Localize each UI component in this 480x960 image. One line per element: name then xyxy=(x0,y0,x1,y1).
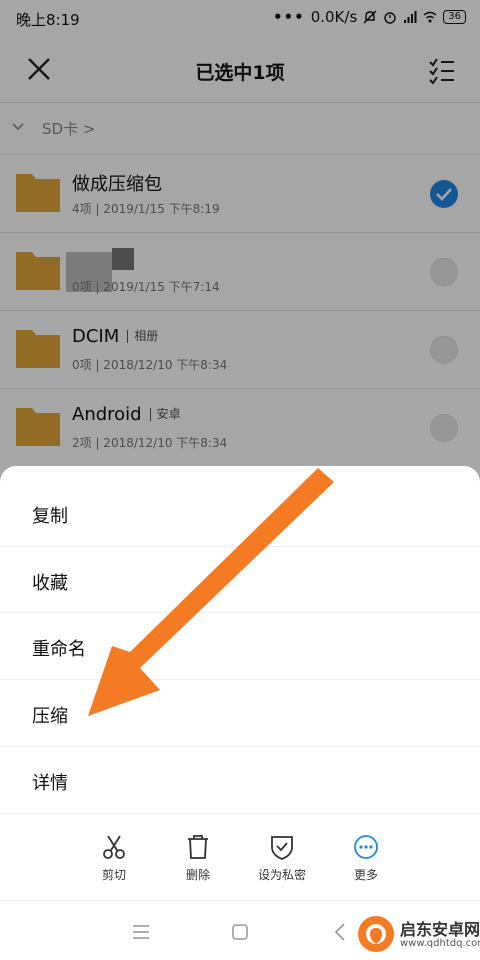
checkbox-unchecked[interactable] xyxy=(430,414,458,442)
status-bar: 晚上8:19 ••• 0.0K/s 36 xyxy=(0,0,480,36)
breadcrumb-label: SD卡 > xyxy=(42,120,96,138)
file-name: Android 安卓 xyxy=(72,404,181,425)
mute-bell-icon xyxy=(363,10,377,24)
status-dots: ••• xyxy=(272,8,305,26)
file-row[interactable]: 0项 | 2019/1/15 下午7:14 xyxy=(0,232,480,310)
action-sheet: 复制 收藏 重命名 压缩 详情 剪切 删除 设为私密 更多 xyxy=(0,466,480,960)
more-icon xyxy=(354,835,378,859)
watermark-url: www.qdhtdq.com xyxy=(400,938,480,949)
signal-icon xyxy=(404,11,417,23)
menu-item-details[interactable]: 详情 xyxy=(0,747,480,813)
selection-header: 已选中1项 xyxy=(0,36,480,102)
file-meta: 4项 | 2019/1/15 下午8:19 xyxy=(72,202,220,216)
network-speed: 0.0K/s xyxy=(310,8,358,26)
action-label: 设为私密 xyxy=(257,868,306,882)
blurred-name xyxy=(112,248,134,270)
chevron-down-icon xyxy=(12,123,24,131)
menu-item-copy[interactable]: 复制 xyxy=(0,480,480,546)
menu-item-label: 压缩 xyxy=(32,706,68,727)
status-icons: ••• 0.0K/s 36 xyxy=(273,8,466,26)
folder-icon xyxy=(16,408,60,446)
checkbox-unchecked[interactable] xyxy=(430,258,458,286)
action-bar: 剪切 删除 设为私密 更多 xyxy=(0,830,480,900)
menu-divider xyxy=(0,813,480,814)
watermark-logo-icon xyxy=(358,916,394,952)
menu-item-favorite[interactable]: 收藏 xyxy=(0,547,480,613)
file-tag: 相册 xyxy=(127,330,158,343)
file-tag: 安卓 xyxy=(149,408,181,421)
folder-icon xyxy=(16,252,60,290)
breadcrumb[interactable]: SD卡 > xyxy=(0,102,480,154)
folder-icon xyxy=(16,330,60,368)
file-row[interactable]: DCIM 相册 0项 | 2018/12/10 下午8:34 xyxy=(0,310,480,388)
cut-button[interactable]: 剪切 xyxy=(74,830,154,883)
battery-indicator: 36 xyxy=(443,10,466,24)
action-label: 删除 xyxy=(185,868,210,882)
menu-icon[interactable] xyxy=(130,921,152,943)
home-icon[interactable] xyxy=(229,921,251,943)
shield-icon xyxy=(271,836,293,860)
status-time: 晚上8:19 xyxy=(16,11,80,29)
checkbox-unchecked[interactable] xyxy=(430,336,458,364)
delete-button[interactable]: 删除 xyxy=(158,830,238,883)
file-meta: 2项 | 2018/12/10 下午8:34 xyxy=(72,436,228,450)
select-all-icon[interactable] xyxy=(428,56,456,84)
folder-icon xyxy=(16,174,60,212)
file-row[interactable]: Android 安卓 2项 | 2018/12/10 下午8:34 xyxy=(0,388,480,466)
trash-icon xyxy=(188,835,208,859)
back-icon[interactable] xyxy=(330,921,352,943)
action-label: 更多 xyxy=(353,868,378,882)
file-name-text: 做成压缩包 xyxy=(72,174,162,195)
action-label: 剪切 xyxy=(101,868,126,882)
page-title: 已选中1项 xyxy=(195,62,285,84)
file-row[interactable]: 做成压缩包 4项 | 2019/1/15 下午8:19 xyxy=(0,154,480,232)
menu-item-label: 收藏 xyxy=(32,573,68,594)
file-meta: 0项 | 2018/12/10 下午8:34 xyxy=(72,358,228,372)
menu-item-label: 重命名 xyxy=(32,639,86,660)
set-private-button[interactable]: 设为私密 xyxy=(242,830,322,883)
file-name-text: DCIM xyxy=(72,326,120,347)
menu-item-label: 详情 xyxy=(32,773,68,794)
menu-item-rename[interactable]: 重命名 xyxy=(0,613,480,679)
file-name-text: Android xyxy=(72,404,142,425)
file-meta: 0项 | 2019/1/15 下午7:14 xyxy=(72,280,220,294)
checkbox-checked[interactable] xyxy=(430,180,458,208)
menu-item-label: 复制 xyxy=(32,506,68,527)
more-button[interactable]: 更多 xyxy=(326,830,406,883)
site-watermark: 启东安卓网 www.qdhtdq.com xyxy=(356,914,480,956)
alarm-icon xyxy=(384,12,396,24)
menu-item-compress[interactable]: 压缩 xyxy=(0,680,480,746)
watermark-name: 启东安卓网 xyxy=(400,920,480,939)
scissors-icon xyxy=(103,835,125,859)
wifi-icon xyxy=(423,11,437,23)
check-icon xyxy=(436,188,452,201)
file-name: DCIM 相册 xyxy=(72,326,158,347)
file-name: 做成压缩包 xyxy=(72,170,162,196)
